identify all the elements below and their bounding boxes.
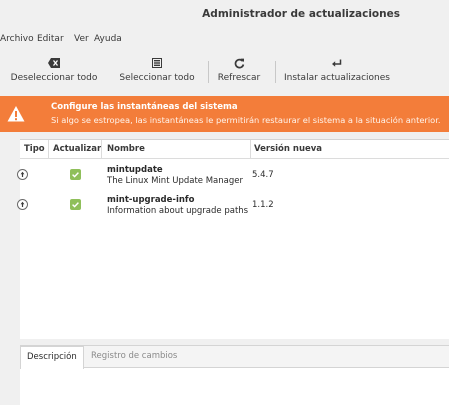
enter-arrow-icon <box>332 55 342 71</box>
table-row[interactable]: mintupdate The Linux Mint Update Manager… <box>17 164 449 192</box>
package-name: mintupdate <box>107 165 163 175</box>
column-version-nueva[interactable]: Versión nueva <box>254 144 322 154</box>
warning-icon <box>7 105 25 123</box>
refresh-icon <box>234 55 245 71</box>
menu-editar[interactable]: Editar <box>37 34 64 44</box>
select-all-button[interactable]: Seleccionar todo <box>116 53 198 91</box>
column-divider <box>101 140 102 159</box>
menu-bar: Archivo Editar Ver Ayuda <box>0 31 449 49</box>
select-all-label: Seleccionar todo <box>119 73 195 83</box>
column-divider <box>48 140 49 159</box>
menu-ver[interactable]: Ver <box>74 34 89 44</box>
toolbar-separator <box>275 61 276 83</box>
package-description: Information about upgrade paths <box>107 206 249 216</box>
column-divider <box>250 140 251 159</box>
tab-registro-de-cambios[interactable]: Registro de cambios <box>91 351 177 361</box>
window-title: Administrador de actualizaciones <box>202 8 400 20</box>
column-actualizar[interactable]: Actualizar <box>53 144 101 154</box>
deselect-all-label: Deseleccionar todo <box>10 73 98 83</box>
toolbar: Deseleccionar todo Seleccionar todo Refr… <box>0 53 449 91</box>
install-updates-label: Instalar actualizaciones <box>283 73 390 83</box>
menu-ayuda[interactable]: Ayuda <box>94 34 122 44</box>
update-checkbox[interactable] <box>70 169 81 180</box>
update-checkbox[interactable] <box>70 199 81 210</box>
package-description: The Linux Mint Update Manager <box>107 176 243 186</box>
banner-title: Configure las instantáneas del sistema <box>51 102 238 112</box>
details-tabs: Descripción Registro de cambios <box>20 346 449 369</box>
install-updates-button[interactable]: Instalar actualizaciones <box>283 53 391 91</box>
title-bar: Administrador de actualizaciones <box>0 0 449 30</box>
column-nombre[interactable]: Nombre <box>107 144 145 154</box>
banner-text: Si algo se estropea, las instantáneas le… <box>51 115 441 125</box>
refresh-label: Refrescar <box>217 73 261 83</box>
select-all-icon <box>152 55 162 71</box>
menu-archivo[interactable]: Archivo <box>0 34 34 44</box>
deselect-all-button[interactable]: Deseleccionar todo <box>0 53 108 91</box>
update-type-icon <box>17 199 28 210</box>
details-pane: Descripción Registro de cambios <box>20 345 449 405</box>
update-type-icon <box>17 169 28 180</box>
tab-descripcion[interactable]: Descripción <box>20 346 84 369</box>
package-version: 5.4.7 <box>252 170 274 180</box>
updates-list: Tipo Actualizar Nombre Versión nueva min… <box>17 139 449 339</box>
backspace-icon <box>48 55 60 71</box>
list-header: Tipo Actualizar Nombre Versión nueva <box>20 140 449 159</box>
snapshot-info-banner[interactable]: Configure las instantáneas del sistema S… <box>0 96 449 132</box>
table-row[interactable]: mint-upgrade-info Information about upgr… <box>17 194 449 222</box>
toolbar-separator <box>208 61 209 83</box>
package-name: mint-upgrade-info <box>107 195 195 205</box>
update-manager-window: Administrador de actualizaciones Archivo… <box>0 0 449 405</box>
package-version: 1.1.2 <box>252 200 274 210</box>
refresh-button[interactable]: Refrescar <box>213 53 265 91</box>
column-tipo[interactable]: Tipo <box>24 144 45 154</box>
